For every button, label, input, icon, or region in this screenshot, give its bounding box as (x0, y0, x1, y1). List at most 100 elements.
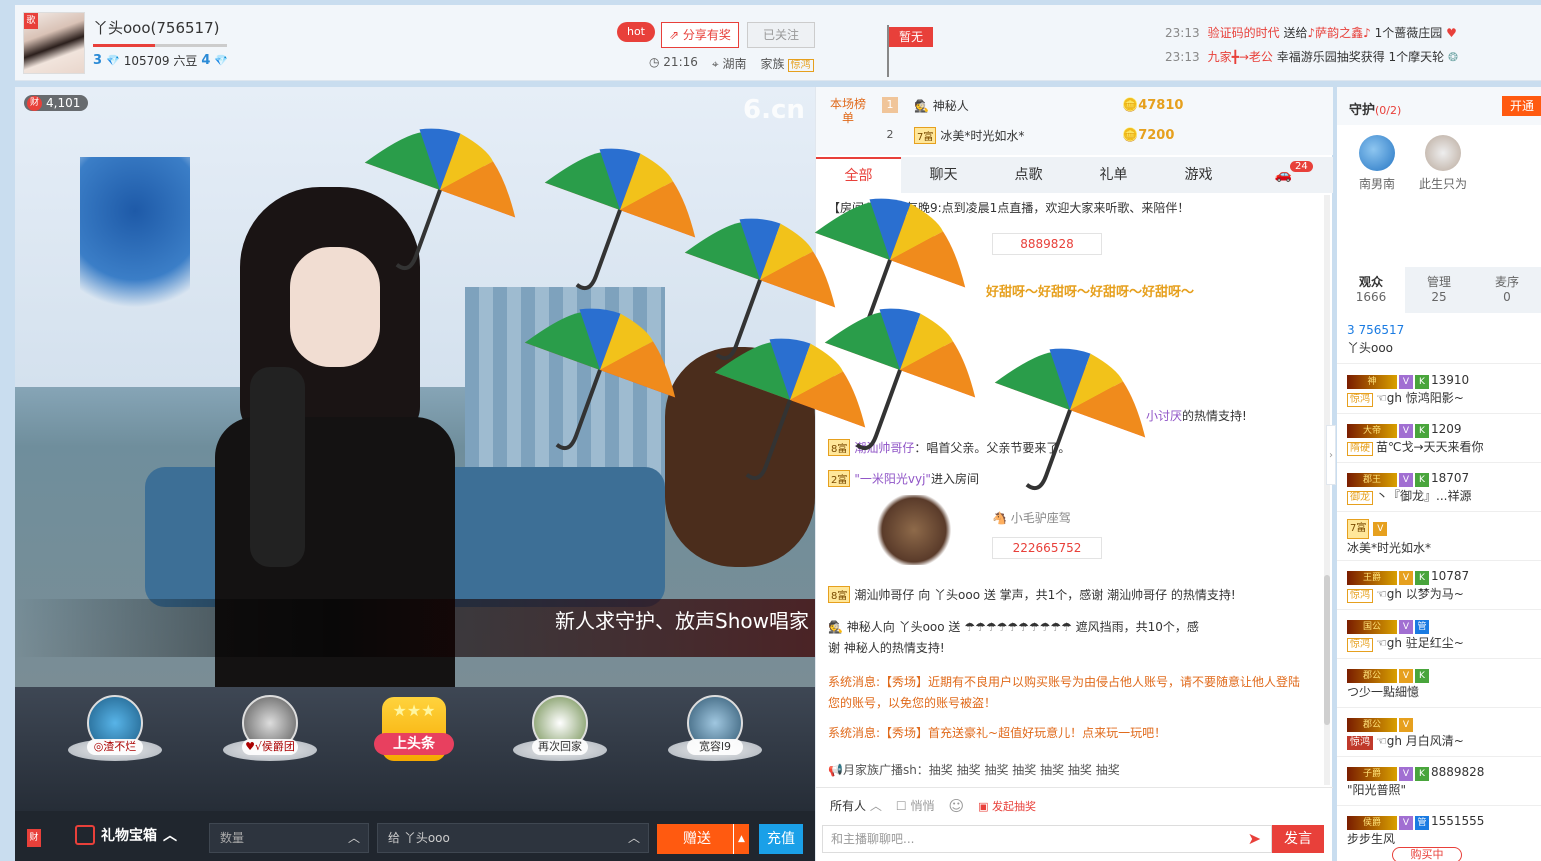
collapse-chevron-icon[interactable]: › (1326, 425, 1336, 485)
audience-id: 18707 (1431, 471, 1470, 485)
audience-item[interactable]: 郡公 V 惊鸿 ☜gh 月白风清~ (1347, 714, 1537, 750)
showcase-label: 再次回家 (532, 739, 588, 755)
ranking-board: 本场榜单 1 🕵 神秘人 🪙47810 2 7富 冰美*时光如水* 🪙7200 (816, 87, 1333, 155)
share-button[interactable]: ⇗ 分享有奖 (661, 22, 739, 48)
level-left: 3 (93, 53, 103, 68)
notice-tail: 1个蔷薇庄园 (1374, 26, 1443, 40)
chat-list[interactable]: 【房间公告】：每晚9:点到凌晨1点直播，欢迎大家来听歌、来陪伴！ 8889828… (816, 195, 1324, 785)
divider (1337, 707, 1541, 708)
wealth-icon[interactable]: 财 (27, 829, 41, 847)
audience-item[interactable]: 神 V K 13910 惊鸿 ☜gh 惊鸿阳影~ (1347, 371, 1537, 407)
family-tag: 惊鸿 (1347, 638, 1373, 652)
audience-item[interactable]: 国公 V 管惊鸿 ☜gh 驻足红尘~ (1347, 616, 1537, 652)
tab-all[interactable]: 全部 (816, 157, 901, 193)
anchor-name[interactable]: 丫头ooo(756517) (93, 17, 220, 38)
video-player[interactable]: 财 4,101 6.cn 新人求守护、放声Show唱家 (15, 87, 815, 687)
ranking-row[interactable]: 1 🕵 神秘人 🪙47810 (882, 92, 1322, 118)
hot-badge[interactable]: hot (617, 22, 655, 42)
whisper-toggle[interactable]: ☐ 悄悄 (896, 797, 935, 814)
follow-button[interactable]: 已关注 (747, 22, 815, 48)
recipient-select[interactable]: 给 丫头ooo ︿ (377, 823, 649, 853)
tab-managers[interactable]: 管理 25 (1405, 267, 1473, 313)
chat-panel: 本场榜单 1 🕵 神秘人 🪙47810 2 7富 冰美*时光如水* 🪙7200 全… (815, 87, 1333, 861)
send-gift-button[interactable]: 赠送 ▲ (657, 824, 749, 854)
showcase-item[interactable]: 宽容l9 (665, 695, 765, 761)
tab-games[interactable]: 游戏 (1156, 157, 1241, 193)
chat-scrollbar[interactable] (1324, 195, 1330, 785)
vip-icon: V (1399, 620, 1413, 634)
heart-gift-icon: ♥ (1446, 26, 1457, 40)
tab-audience[interactable]: 观众 1666 (1337, 267, 1405, 313)
open-guard-button[interactable]: 开通 (1502, 96, 1541, 116)
chevron-up-icon: ︿ (869, 799, 882, 813)
showcase-item[interactable]: ♥√侯爵团 (220, 695, 320, 761)
rank-user: 🕵 神秘人 (914, 97, 1114, 114)
gift-box-button[interactable]: 礼物宝箱 ︿ (75, 825, 177, 845)
clock-icon: ◷ (649, 55, 664, 69)
chat-user[interactable]: 小讨厌 (1146, 409, 1182, 423)
vip-icon: V (1399, 669, 1413, 683)
tab-label: 麦序 (1494, 275, 1519, 289)
target-select[interactable]: 所有人 ︿ (830, 797, 882, 814)
rank-badge-icon: 郡王 (1347, 473, 1397, 487)
coin-icon: 财 (27, 96, 42, 111)
tab-songs[interactable]: 点歌 (986, 157, 1071, 193)
guard-name: 此生只为 (1418, 177, 1467, 191)
diamond-icon: 💎 (106, 54, 120, 67)
broadcast-notice[interactable]: 23:13 验证码的时代 送给♪萨韵之鑫♪ 1个蔷薇庄园 ♥ (1165, 24, 1457, 41)
video-person-face (290, 247, 380, 367)
buy-button[interactable]: 购买中 (1392, 847, 1462, 861)
showcase-item[interactable]: 再次回家 (510, 695, 610, 761)
audience-item[interactable]: 大帝 V K 1209 隋硬 苗℃戈→天天来看你 (1347, 420, 1537, 456)
tab-count: 0 (1503, 290, 1511, 304)
broadcast-text: 月家族广播sh：抽奖 抽奖 抽奖 抽奖 抽奖 抽奖 抽奖 (842, 763, 1120, 777)
broadcast-notice[interactable]: 23:13 九家╋→老公 幸福游乐园抽奖获得 1个摩天轮 ❂ (1165, 48, 1458, 65)
emoji-icon[interactable]: ☺ (948, 797, 964, 815)
chevron-up-icon[interactable]: ▲ (733, 824, 749, 854)
chat-tabs: 全部 聊天 点歌 礼单 游戏 🚗 24 (816, 157, 1333, 193)
quantity-select[interactable]: 数量 ︿ (209, 823, 369, 853)
showcase-item[interactable]: ◎渣不烂 (65, 695, 165, 761)
divider (1337, 756, 1541, 757)
audience-item[interactable]: 7富 V 冰美*时光如水* (1347, 518, 1537, 557)
headline-button[interactable]: ★★★ 上头条 (374, 697, 454, 761)
lottery-button[interactable]: ▣ 发起抽奖 (978, 798, 1036, 814)
chat-input[interactable]: 和主播聊聊吧... ➤ (822, 825, 1272, 853)
system-text: 【秀场】近期有不良用户以购买账号为由侵占他人账号，请不要随意让他人登陆 (880, 675, 1301, 689)
audience-name: ☜gh 以梦为马~ (1376, 587, 1464, 601)
speak-button[interactable]: 发言 (1272, 825, 1324, 853)
audience-item[interactable]: 侯爵 V 管 1551555 步步生风 (1347, 812, 1537, 848)
send-plane-icon[interactable]: ➤ (1248, 826, 1261, 852)
audience-item[interactable]: 子爵 V K 8889828 "阳光普照" (1347, 763, 1537, 799)
notice-verb: 幸福游乐园抽奖获得 (1276, 50, 1385, 64)
ranking-row[interactable]: 2 7富 冰美*时光如水* 🪙7200 (882, 122, 1322, 148)
megaphone-icon: 📢 (828, 763, 843, 777)
tab-gifts[interactable]: 礼单 (1071, 157, 1156, 193)
divider (1337, 462, 1541, 463)
system-message[interactable]: 系统消息:【秀场】首充送豪礼~超值好玩意儿！点来玩一玩吧！ (828, 724, 1166, 741)
audience-item[interactable]: 郡王 V K 18707 御龙 丶『御龙』...祥源 (1347, 469, 1537, 505)
family-meta[interactable]: 家族 惊鸿 (760, 55, 814, 72)
headline-label: 上头条 (374, 733, 454, 755)
audience-item[interactable]: 郡公 V K つ少一點細憶 (1347, 665, 1537, 701)
tab-car[interactable]: 🚗 (1241, 157, 1326, 193)
guard-user[interactable]: 此生只为 (1413, 135, 1473, 192)
recharge-button[interactable]: 充值 (759, 824, 803, 854)
anchor-avatar[interactable]: 歌 (23, 12, 85, 74)
audience-item[interactable]: 3 756517 丫头ooo (1347, 321, 1537, 357)
wealth-badge-icon: 7富 (1347, 519, 1370, 539)
chat-user[interactable]: "一米阳光vyj" (854, 472, 931, 486)
audience-item[interactable]: 王爵 V K 10787 惊鸿 ☜gh 以梦为马~ (1347, 567, 1537, 603)
flag-widget[interactable]: 暂无 (887, 25, 933, 79)
audience-id: 1551555 (1431, 814, 1485, 828)
system-message-cont: 您的账号，以免您的账号被盗！ (828, 696, 997, 710)
donkey-icon: 🐴 (992, 511, 1011, 525)
tab-mic-queue[interactable]: 麦序 0 (1473, 267, 1541, 313)
chat-text: 进入房间 (930, 472, 979, 486)
ranking-label: 本场榜单 (829, 97, 866, 125)
level-progress (93, 44, 227, 47)
chat-user[interactable]: 潮汕帅哥仔 (854, 441, 914, 455)
tab-chat[interactable]: 聊天 (901, 157, 986, 193)
guard-user[interactable]: 南男南 (1347, 135, 1407, 192)
scroll-thumb[interactable] (1324, 575, 1330, 725)
